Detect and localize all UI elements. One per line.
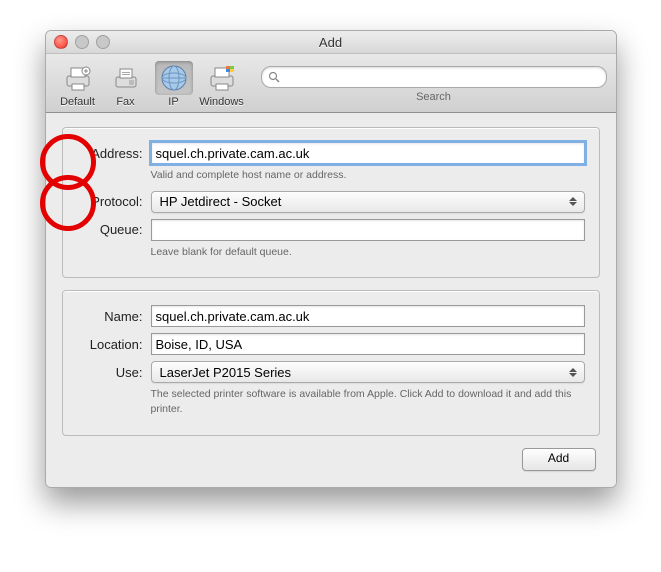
connection-group: Address: Valid and complete host name or…	[62, 127, 600, 278]
toolbar: Default Fax	[46, 54, 616, 113]
toolbar-label: Default	[60, 96, 95, 108]
location-label: Location:	[77, 337, 143, 352]
protocol-label: Protocol:	[77, 194, 143, 209]
toolbar-label: Windows	[199, 96, 244, 108]
toolbar-item-ip[interactable]: IP	[152, 61, 196, 108]
search-input[interactable]	[261, 66, 607, 88]
address-label: Address:	[77, 146, 143, 161]
use-label: Use:	[77, 365, 143, 380]
chevron-updown-icon	[566, 364, 580, 380]
toolbar-item-fax[interactable]: Fax	[104, 61, 148, 108]
fax-icon	[107, 61, 145, 95]
info-group: Name: Location: Use: LaserJet P2015 Seri…	[62, 290, 600, 435]
search-icon	[268, 71, 280, 83]
printer-windows-icon	[203, 61, 241, 95]
add-printer-window: Add Default	[45, 30, 617, 488]
printer-icon	[59, 61, 97, 95]
queue-label: Queue:	[77, 222, 143, 237]
use-value: LaserJet P2015 Series	[160, 365, 292, 380]
use-hint: The selected printer software is availab…	[151, 387, 581, 416]
toolbar-label: Fax	[116, 96, 134, 108]
location-input[interactable]	[151, 333, 585, 355]
minimize-icon	[75, 35, 89, 49]
name-input[interactable]	[151, 305, 585, 327]
toolbar-label: IP	[168, 96, 178, 108]
zoom-icon	[96, 35, 110, 49]
protocol-select[interactable]: HP Jetdirect - Socket	[151, 191, 585, 213]
titlebar: Add	[46, 31, 616, 54]
name-label: Name:	[77, 309, 143, 324]
queue-input[interactable]	[151, 219, 585, 241]
chevron-updown-icon	[566, 194, 580, 210]
content-area: Address: Valid and complete host name or…	[46, 113, 616, 487]
search-label: Search	[416, 91, 451, 103]
toolbar-item-default[interactable]: Default	[56, 61, 100, 108]
add-button[interactable]: Add	[522, 448, 596, 471]
protocol-value: HP Jetdirect - Socket	[160, 194, 282, 209]
toolbar-item-windows[interactable]: Windows	[200, 61, 244, 108]
address-input[interactable]	[151, 142, 585, 164]
queue-hint: Leave blank for default queue.	[151, 245, 585, 260]
window-title: Add	[46, 35, 616, 50]
globe-icon	[155, 61, 193, 95]
use-select[interactable]: LaserJet P2015 Series	[151, 361, 585, 383]
address-hint: Valid and complete host name or address.	[151, 168, 585, 183]
close-icon[interactable]	[54, 35, 68, 49]
